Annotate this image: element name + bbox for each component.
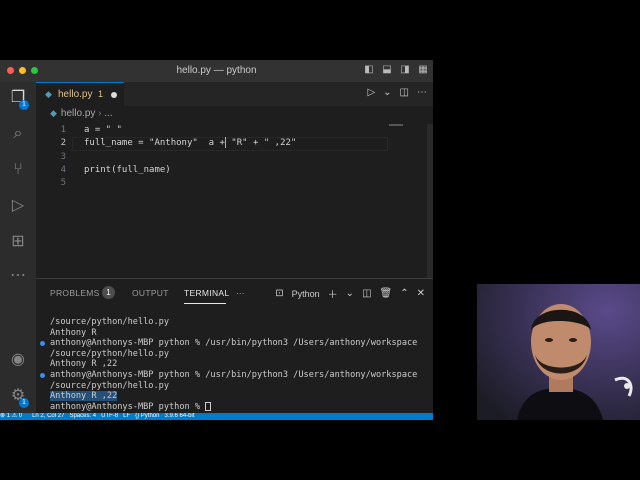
breadcrumb-rest[interactable]: ... bbox=[104, 108, 112, 119]
terminal-line: /source/python/hello.py bbox=[50, 348, 169, 359]
split-editor-icon[interactable]: ◫ bbox=[400, 87, 409, 98]
terminal-output[interactable]: /source/python/hello.py Anthony R anthon… bbox=[40, 317, 430, 413]
python-file-icon: ◆ bbox=[45, 89, 52, 99]
close-panel-icon[interactable]: ✕ bbox=[417, 288, 425, 299]
run-debug-icon[interactable]: ▷ bbox=[8, 196, 28, 216]
more-actions-icon[interactable]: ⋯ bbox=[417, 87, 427, 98]
code-text[interactable]: full_name = "Anthony" a + "R" + " ,22" bbox=[84, 137, 296, 150]
code-editor[interactable]: 1 a = " " 2 full_name = "Anthony" a + "R… bbox=[36, 124, 426, 190]
extensions-icon[interactable]: ⊞ bbox=[8, 232, 28, 252]
split-terminal-icon[interactable]: ◫ bbox=[362, 288, 371, 299]
code-line[interactable]: 3 bbox=[36, 151, 426, 164]
terminal-line: /source/python/hello.py bbox=[50, 317, 169, 327]
tab-label: hello.py bbox=[58, 89, 93, 100]
breadcrumb: ◆ hello.py › ... bbox=[50, 108, 113, 119]
python-file-icon: ◆ bbox=[50, 108, 57, 118]
vscode-window: hello.py — python ◧ ⬓ ◨ ▦ ❐ 1 ⌕ ⑂ ▷ ⊞ ⋯ … bbox=[0, 60, 433, 420]
toggle-secondary-sidebar-icon[interactable]: ◨ bbox=[399, 64, 411, 76]
tab-terminal[interactable]: TERMINAL bbox=[184, 288, 229, 298]
code-line[interactable]: 4 print(full_name) bbox=[36, 164, 426, 177]
account-icon[interactable]: ◉ bbox=[8, 350, 28, 370]
code-line[interactable]: 1 a = " " bbox=[36, 124, 426, 137]
unsaved-dot-icon[interactable] bbox=[111, 92, 117, 98]
line-number: 3 bbox=[60, 151, 66, 162]
source-control-icon[interactable]: ⑂ bbox=[8, 160, 28, 180]
presenter-image bbox=[477, 284, 640, 420]
command-decoration-icon[interactable] bbox=[40, 372, 45, 378]
terminal-cursor bbox=[205, 401, 212, 411]
panel-tabs: PROBLEMS 1 OUTPUT TERMINAL ⋯ ⊡ Python ＋ … bbox=[36, 279, 433, 307]
command-decoration-icon[interactable] bbox=[40, 341, 45, 347]
active-tab-indicator bbox=[184, 303, 226, 304]
terminal-line: Anthony R bbox=[50, 327, 97, 338]
line-number: 2 bbox=[60, 138, 66, 149]
terminal-line: Anthony R ,22 bbox=[50, 359, 118, 370]
toggle-panel-icon[interactable]: ⬓ bbox=[381, 64, 393, 76]
explorer-badge: 1 bbox=[19, 100, 29, 110]
more-icon[interactable]: ⋯ bbox=[8, 266, 28, 286]
line-number: 4 bbox=[60, 164, 66, 175]
breadcrumb-file[interactable]: hello.py bbox=[61, 108, 95, 119]
editor-scrollbar[interactable] bbox=[427, 124, 433, 284]
terminal-name[interactable]: Python bbox=[292, 289, 320, 299]
terminal-line-selected: Anthony R ,22 bbox=[50, 391, 118, 402]
code-line-active[interactable]: 2 full_name = "Anthony" a + "R" + " ,22" bbox=[36, 137, 426, 151]
editor-tab-bar: ◆ hello.py 1 ▷ ⌄ ◫ ⋯ bbox=[36, 82, 433, 106]
customize-layout-icon[interactable]: ▦ bbox=[417, 64, 429, 76]
line-number: 5 bbox=[60, 178, 66, 189]
panel-tabs-more-icon[interactable]: ⋯ bbox=[236, 288, 245, 299]
terminal-line: anthony@Anthonys-MBP python % /usr/bin/p… bbox=[40, 370, 430, 381]
toggle-sidebar-icon[interactable]: ◧ bbox=[363, 64, 375, 76]
minimap[interactable] bbox=[389, 124, 429, 134]
webcam-overlay bbox=[477, 284, 640, 420]
title-bar: hello.py — python ◧ ⬓ ◨ ▦ bbox=[0, 60, 433, 82]
run-icon[interactable]: ▷ bbox=[367, 87, 375, 98]
new-terminal-icon[interactable]: ＋ bbox=[328, 286, 338, 301]
kill-terminal-icon[interactable]: 🗑 bbox=[380, 288, 393, 299]
terminal-line: anthony@Anthonys-MBP python % /usr/bin/p… bbox=[40, 338, 430, 349]
tab-hello-py[interactable]: ◆ hello.py 1 bbox=[36, 82, 124, 106]
tab-problem-count: 1 bbox=[98, 89, 104, 99]
line-number: 1 bbox=[60, 125, 66, 135]
problems-count-badge: 1 bbox=[102, 286, 115, 299]
code-text[interactable]: print(full_name) bbox=[84, 164, 171, 177]
activity-bar: ❐ 1 ⌕ ⑂ ▷ ⊞ ⋯ ◉ ⚙ 1 bbox=[0, 82, 36, 420]
tab-problems[interactable]: PROBLEMS bbox=[50, 288, 100, 298]
terminal-icon: ⊡ bbox=[275, 288, 284, 299]
status-bar[interactable]: ⊗ 1 ⚠ 0 Ln 2, Col 27 Spaces: 4 UTF-8 LF … bbox=[0, 413, 433, 420]
run-dropdown-icon[interactable]: ⌄ bbox=[383, 87, 391, 98]
code-text[interactable]: a = " " bbox=[84, 124, 122, 137]
code-line[interactable]: 5 bbox=[36, 177, 426, 190]
terminal-line: /source/python/hello.py bbox=[50, 380, 169, 391]
bottom-panel: PROBLEMS 1 OUTPUT TERMINAL ⋯ ⊡ Python ＋ … bbox=[36, 278, 433, 415]
search-icon[interactable]: ⌕ bbox=[8, 124, 28, 144]
terminal-prompt[interactable]: anthony@Anthonys-MBP python % bbox=[50, 401, 430, 413]
maximize-panel-icon[interactable]: ⌃ bbox=[400, 288, 408, 299]
settings-badge: 1 bbox=[19, 398, 29, 408]
tab-output[interactable]: OUTPUT bbox=[132, 288, 169, 298]
terminal-dropdown-icon[interactable]: ⌄ bbox=[346, 288, 354, 299]
